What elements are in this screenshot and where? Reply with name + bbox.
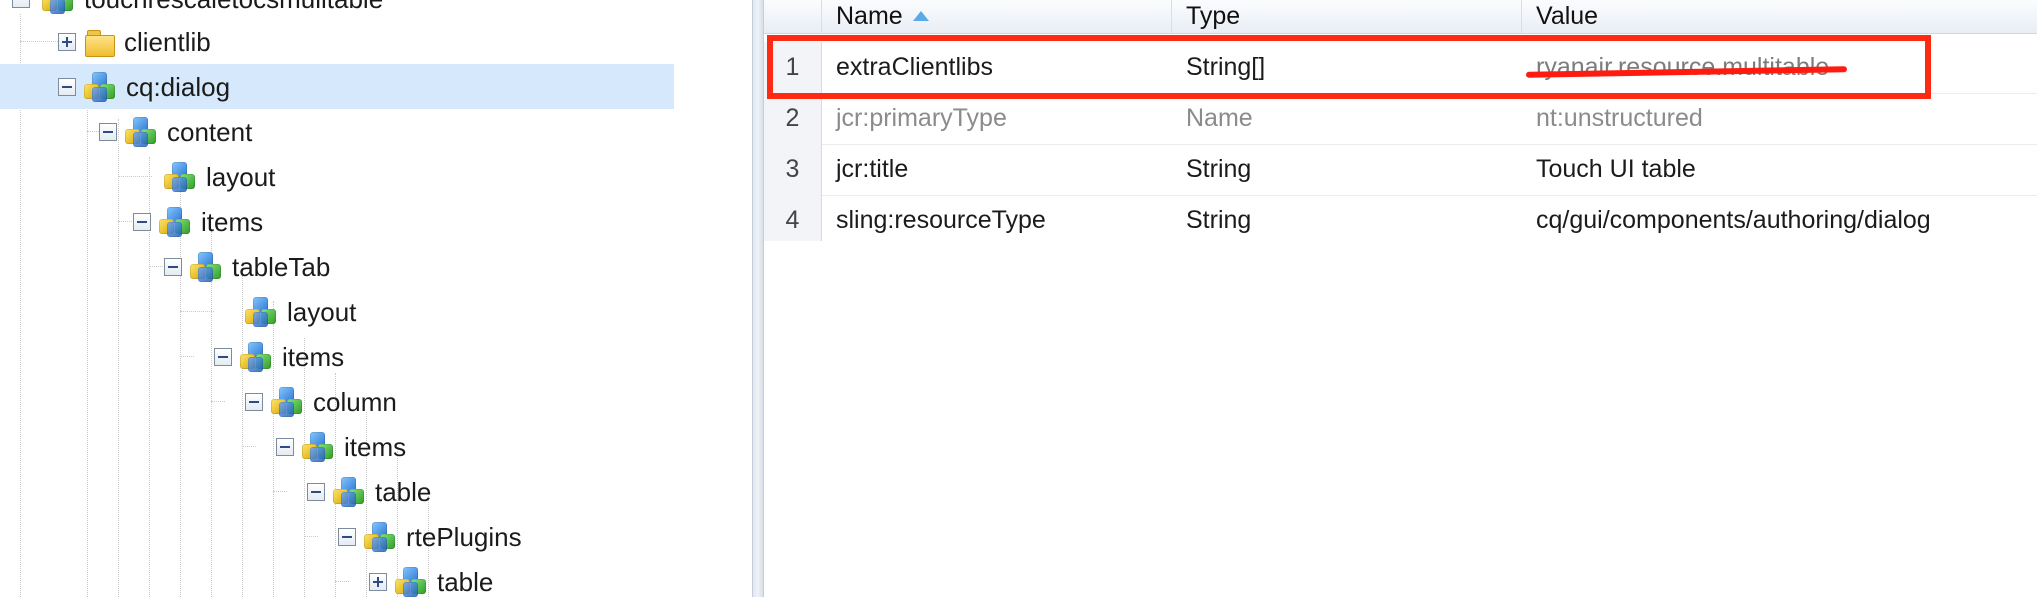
- sort-ascending-icon: [912, 10, 929, 21]
- pane-splitter[interactable]: [752, 0, 764, 597]
- tree-node-column[interactable]: column: [245, 379, 397, 424]
- property-type[interactable]: String: [1172, 195, 1522, 246]
- node-icon: [84, 71, 116, 103]
- root-node-label: touchrescaletocsmulltable: [84, 0, 383, 12]
- node-tree-pane: touchrescaletocsmulltable clientlib: [0, 0, 752, 597]
- table-row[interactable]: 3 jcr:title String Touch UI table: [764, 144, 2037, 196]
- property-type[interactable]: Name: [1172, 93, 1522, 144]
- node-icon: [245, 296, 277, 328]
- collapse-icon[interactable]: [338, 527, 356, 546]
- tree-node-label: table: [375, 476, 432, 507]
- name-column-header[interactable]: Name: [822, 0, 1172, 33]
- node-icon: [271, 386, 303, 418]
- node-icon: [395, 566, 427, 597]
- collapse-icon[interactable]: [164, 257, 182, 276]
- tree-node-cq-dialog[interactable]: cq:dialog: [0, 64, 674, 109]
- table-row[interactable]: 2 jcr:primaryType Name nt:unstructured: [764, 93, 2037, 145]
- property-value[interactable]: Touch UI table: [1522, 144, 2037, 195]
- node-icon: [364, 521, 396, 553]
- tree-node-table[interactable]: table: [307, 469, 431, 514]
- tree-node-label: items: [282, 341, 345, 372]
- property-name[interactable]: jcr:title: [822, 144, 1172, 195]
- node-icon: [125, 116, 157, 148]
- expand-icon[interactable]: [58, 32, 76, 51]
- expand-icon[interactable]: [369, 572, 387, 591]
- property-value[interactable]: nt:unstructured: [1522, 93, 2037, 144]
- node-icon: [42, 0, 74, 15]
- table-row[interactable]: 1 extraClientlibs String[] ryanair.resou…: [764, 42, 2037, 94]
- row-number: 4: [764, 195, 822, 246]
- crx-de-window: touchrescaletocsmulltable clientlib: [0, 0, 2037, 597]
- property-value[interactable]: ryanair.resource.multitable: [1522, 42, 2037, 93]
- property-type[interactable]: String[]: [1172, 42, 1522, 93]
- tree-node-label: column: [313, 386, 397, 417]
- collapse-icon[interactable]: [133, 212, 151, 231]
- tree-node-label: items: [344, 431, 407, 462]
- collapse-icon[interactable]: [99, 122, 117, 141]
- properties-grid-pane: Name Type Value 1 extraClientlibs String…: [764, 0, 2037, 597]
- tree-node-label: cq:dialog: [126, 71, 231, 102]
- collapse-icon[interactable]: [58, 77, 76, 96]
- node-icon: [333, 476, 365, 508]
- tree-node-clientlib[interactable]: clientlib: [58, 19, 211, 64]
- row-number: 3: [764, 144, 822, 195]
- tree-node-items[interactable]: items: [133, 199, 263, 244]
- node-icon: [302, 431, 334, 463]
- type-column-label: Type: [1186, 2, 1241, 30]
- collapse-icon[interactable]: [214, 347, 232, 366]
- collapse-icon[interactable]: [307, 482, 325, 501]
- name-column-label: Name: [836, 2, 903, 30]
- tree-node-label: layout: [287, 296, 357, 327]
- property-value[interactable]: cq/gui/components/authoring/dialog: [1522, 195, 2037, 246]
- redacted-property-value: ryanair.resource.multitable: [1536, 53, 1830, 81]
- tree-node-label: content: [167, 116, 253, 147]
- tree-node-items-3[interactable]: items: [276, 424, 406, 469]
- tree-node-layout-2[interactable]: layout: [245, 289, 356, 334]
- node-icon: [190, 251, 222, 283]
- property-name[interactable]: sling:resourceType: [822, 195, 1172, 246]
- type-column-header[interactable]: Type: [1172, 0, 1522, 33]
- node-icon: [240, 341, 272, 373]
- partial-root-node[interactable]: touchrescaletocsmulltable: [0, 0, 383, 14]
- property-type[interactable]: String: [1172, 144, 1522, 195]
- tree-node-tabletab[interactable]: tableTab: [164, 244, 330, 289]
- tree-node-layout[interactable]: layout: [164, 154, 275, 199]
- tree-node-label: rtePlugins: [406, 521, 522, 552]
- grid-empty-area: [764, 241, 2037, 597]
- collapse-icon[interactable]: [12, 0, 30, 8]
- grid-header: Name Type Value: [764, 0, 2037, 34]
- row-number: 1: [764, 42, 822, 93]
- tree-node-rteplugins[interactable]: rtePlugins: [338, 514, 522, 559]
- property-name[interactable]: jcr:primaryType: [822, 93, 1172, 144]
- tree-node-label: table: [437, 566, 494, 597]
- table-row[interactable]: 4 sling:resourceType String cq/gui/compo…: [764, 195, 2037, 247]
- collapse-icon[interactable]: [245, 392, 263, 411]
- tree-node-label: tableTab: [232, 251, 331, 282]
- tree-node-items-2[interactable]: items: [214, 334, 344, 379]
- tree-node-table-2[interactable]: table: [369, 559, 493, 597]
- tree-node-label: layout: [206, 161, 276, 192]
- value-column-label: Value: [1536, 2, 1599, 30]
- tree-node-content[interactable]: content: [99, 109, 252, 154]
- property-name[interactable]: extraClientlibs: [822, 42, 1172, 93]
- node-icon: [164, 161, 196, 193]
- collapse-icon[interactable]: [276, 437, 294, 456]
- row-number: 2: [764, 93, 822, 144]
- tree-node-label: clientlib: [124, 26, 211, 57]
- node-icon: [159, 206, 191, 238]
- value-column-header[interactable]: Value: [1522, 0, 2037, 33]
- tree-node-label: items: [201, 206, 264, 237]
- folder-icon: [84, 27, 115, 57]
- row-number-header: [764, 0, 822, 33]
